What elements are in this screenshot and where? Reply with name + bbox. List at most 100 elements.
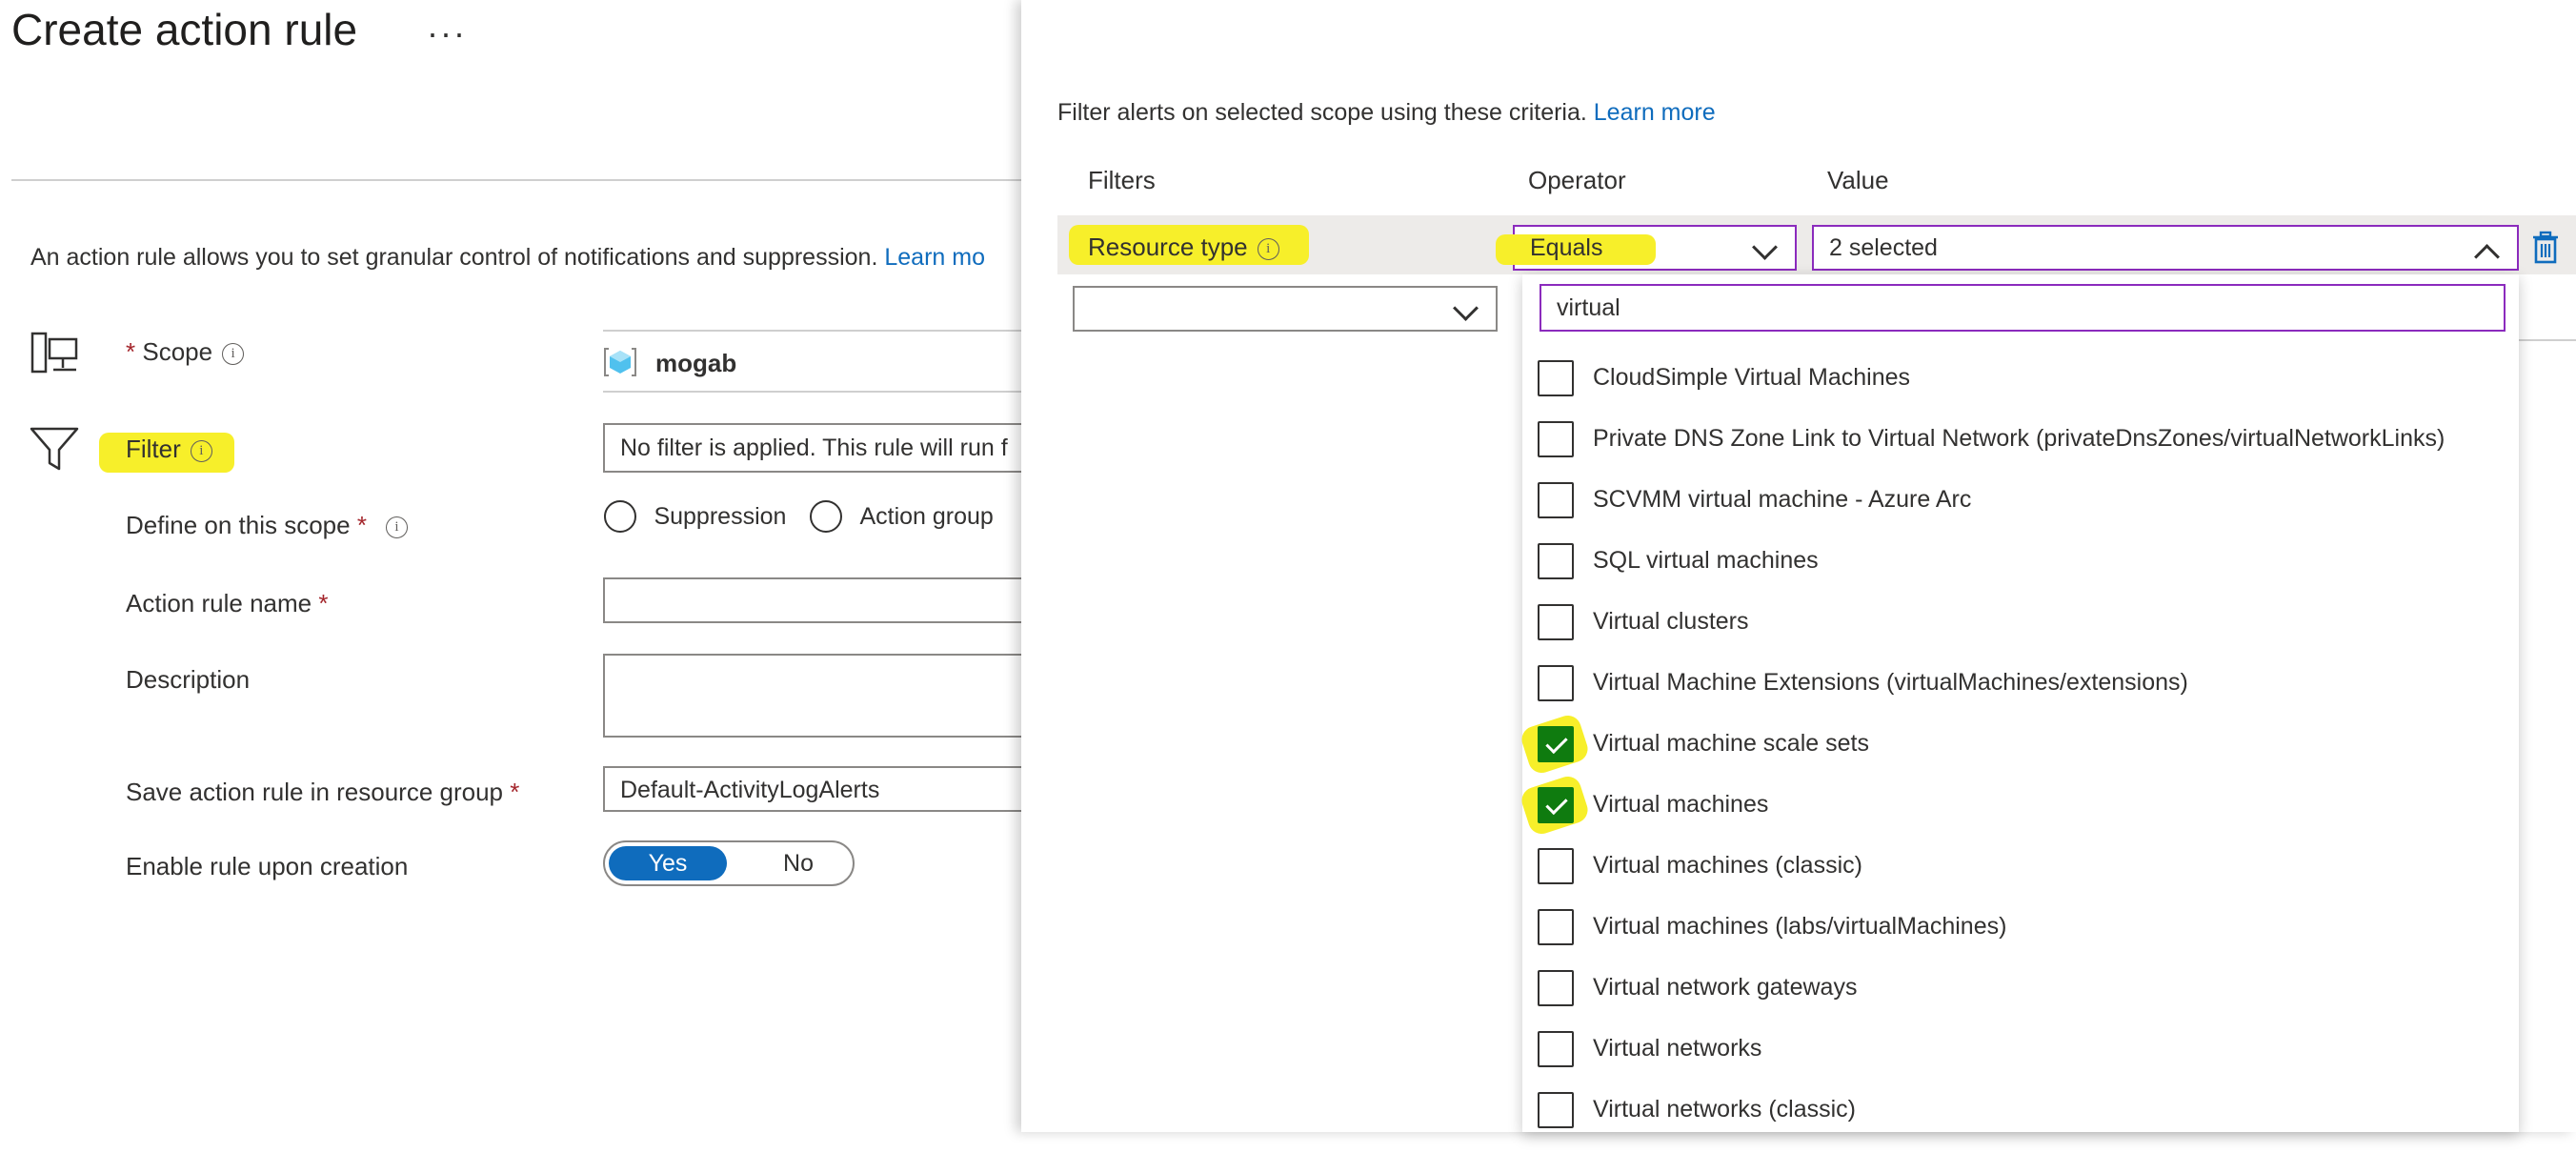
- filter-info-icon[interactable]: i: [190, 439, 212, 462]
- checkbox-checked[interactable]: [1538, 726, 1574, 762]
- checkbox-checked[interactable]: [1538, 787, 1574, 823]
- operator-column-header: Operator: [1528, 166, 1626, 194]
- resource-type-option-label: Virtual machines (labs/virtualMachines): [1593, 913, 2007, 940]
- resource-type-option-label: SQL virtual machines: [1593, 547, 1819, 574]
- checkbox[interactable]: [1538, 482, 1574, 518]
- checkbox[interactable]: [1538, 970, 1574, 1006]
- resource-group-label: Save action rule in resource group: [126, 778, 504, 806]
- value-chevron-up-icon: [2474, 244, 2500, 270]
- filter-funnel-icon: [29, 425, 80, 477]
- resource-type-option[interactable]: Virtual networks: [1538, 1031, 2500, 1092]
- enable-rule-label: Enable rule upon creation: [126, 852, 409, 880]
- checkbox[interactable]: [1538, 848, 1574, 884]
- checkbox[interactable]: [1538, 1092, 1574, 1128]
- checkbox[interactable]: [1538, 909, 1574, 945]
- resource-type-option[interactable]: Virtual machines (classic): [1538, 848, 2500, 909]
- define-scope-label: Define on this scope: [126, 511, 351, 539]
- resource-group-select[interactable]: Default-ActivityLogAlerts: [603, 766, 1041, 812]
- enable-yes-option[interactable]: Yes: [609, 846, 727, 880]
- resource-group-value: Default-ActivityLogAlerts: [620, 777, 880, 803]
- description-textarea[interactable]: [603, 654, 1041, 738]
- action-group-label: Action group: [859, 502, 994, 530]
- panel-intro: Filter alerts on selected scope using th…: [1057, 99, 1716, 127]
- panel-learn-more-link[interactable]: Learn more: [1594, 99, 1716, 126]
- define-scope-required-mark: *: [356, 511, 367, 539]
- resource-type-info-icon[interactable]: i: [1257, 237, 1279, 260]
- scope-top-divider: [603, 330, 1022, 332]
- resource-type-option[interactable]: Virtual clusters: [1538, 604, 2500, 665]
- options-search-input[interactable]: virtual: [1540, 284, 2506, 332]
- action-rule-name-label-group: Action rule name *: [126, 589, 328, 618]
- more-options-icon[interactable]: ···: [427, 13, 467, 53]
- define-scope-info-icon[interactable]: i: [385, 516, 408, 538]
- filter-summary-text: No filter is applied. This rule will run…: [620, 435, 1008, 461]
- page-title: Create action rule: [11, 5, 358, 54]
- suppression-label: Suppression: [654, 502, 787, 530]
- resource-cube-icon: [603, 345, 637, 384]
- resource-type-option-label: Virtual machines: [1593, 791, 1769, 818]
- checkbox[interactable]: [1538, 543, 1574, 579]
- delete-filter-icon[interactable]: [2530, 231, 2561, 270]
- description-value: [605, 656, 1039, 663]
- scope-icon: [30, 332, 80, 380]
- resource-type-option[interactable]: Virtual networks (classic): [1538, 1092, 2500, 1153]
- resource-type-option[interactable]: Virtual network gateways: [1538, 970, 2500, 1031]
- options-search-value: virtual: [1557, 294, 1620, 321]
- action-rule-name-input[interactable]: [603, 577, 1041, 623]
- description-label: Description: [126, 665, 251, 694]
- filters-column-header: Filters: [1088, 166, 1156, 194]
- resource-type-option[interactable]: SCVMM virtual machine - Azure Arc: [1538, 482, 2500, 543]
- resource-type-option-label: Virtual clusters: [1593, 608, 1749, 635]
- scope-bottom-divider: [603, 391, 1022, 393]
- resource-type-option[interactable]: Virtual Machine Extensions (virtualMachi…: [1538, 665, 2500, 726]
- value-dropdown[interactable]: 2 selected: [1812, 225, 2519, 271]
- checkbox[interactable]: [1538, 421, 1574, 457]
- action-group-radio[interactable]: [810, 500, 842, 533]
- resource-type-option-label: CloudSimple Virtual Machines: [1593, 364, 1911, 391]
- operator-chevron-down-icon: [1752, 234, 1778, 260]
- checkbox[interactable]: [1538, 1031, 1574, 1067]
- resource-type-option[interactable]: SQL virtual machines: [1538, 543, 2500, 604]
- new-filter-dropdown[interactable]: [1073, 286, 1498, 332]
- resource-type-option[interactable]: CloudSimple Virtual Machines: [1538, 360, 2500, 421]
- resource-type-option[interactable]: Virtual machines (labs/virtualMachines): [1538, 909, 2500, 970]
- title-divider: [11, 179, 1021, 181]
- intro-learn-more-link[interactable]: Learn mo: [884, 244, 985, 271]
- scope-label-group: * Scope i: [126, 337, 245, 367]
- filter-label: Filter: [126, 435, 181, 463]
- row-divider: [2519, 339, 2576, 341]
- resource-type-option-label: Virtual machines (classic): [1593, 852, 1862, 879]
- intro-description: An action rule allows you to set granula…: [30, 244, 878, 271]
- new-filter-chevron-down-icon: [1453, 295, 1479, 321]
- filter-type-label-group[interactable]: Resource type i: [1088, 233, 1279, 262]
- suppression-radio[interactable]: [604, 500, 636, 533]
- value-selected-text: 2 selected: [1829, 234, 1938, 261]
- resource-type-option-label: Virtual networks (classic): [1593, 1096, 1857, 1123]
- checkbox[interactable]: [1538, 360, 1574, 396]
- scope-info-icon[interactable]: i: [222, 342, 245, 365]
- resource-type-option[interactable]: Private DNS Zone Link to Virtual Network…: [1538, 421, 2500, 482]
- checkbox[interactable]: [1538, 604, 1574, 640]
- action-group-radio-option[interactable]: Action group: [810, 500, 994, 533]
- suppression-radio-option[interactable]: Suppression: [604, 500, 786, 533]
- resource-type-option-label: SCVMM virtual machine - Azure Arc: [1593, 486, 1972, 513]
- action-rule-name-value: [605, 579, 1039, 587]
- action-rule-name-label: Action rule name: [126, 589, 312, 617]
- filter-summary-field[interactable]: No filter is applied. This rule will run…: [603, 423, 1041, 473]
- operator-value: Equals: [1530, 234, 1603, 261]
- intro-text: An action rule allows you to set granula…: [30, 244, 985, 272]
- enable-no-option[interactable]: No: [746, 846, 851, 880]
- filter-type-label: Resource type: [1088, 233, 1248, 261]
- resource-group-required-mark: *: [510, 778, 520, 806]
- operator-dropdown[interactable]: Equals: [1496, 225, 1797, 271]
- panel-intro-text: Filter alerts on selected scope using th…: [1057, 99, 1587, 126]
- filter-label-group: Filter i: [126, 435, 212, 464]
- scope-value[interactable]: mogab: [655, 349, 736, 378]
- resource-type-option[interactable]: Virtual machines: [1518, 773, 2500, 848]
- enable-rule-toggle[interactable]: Yes No: [603, 840, 855, 886]
- resource-type-option[interactable]: Virtual machine scale sets: [1518, 712, 2500, 787]
- define-scope-label-group: Define on this scope * i: [126, 511, 408, 540]
- value-column-header: Value: [1827, 166, 1889, 194]
- checkbox[interactable]: [1538, 665, 1574, 701]
- resource-type-option-label: Private DNS Zone Link to Virtual Network…: [1593, 425, 2445, 452]
